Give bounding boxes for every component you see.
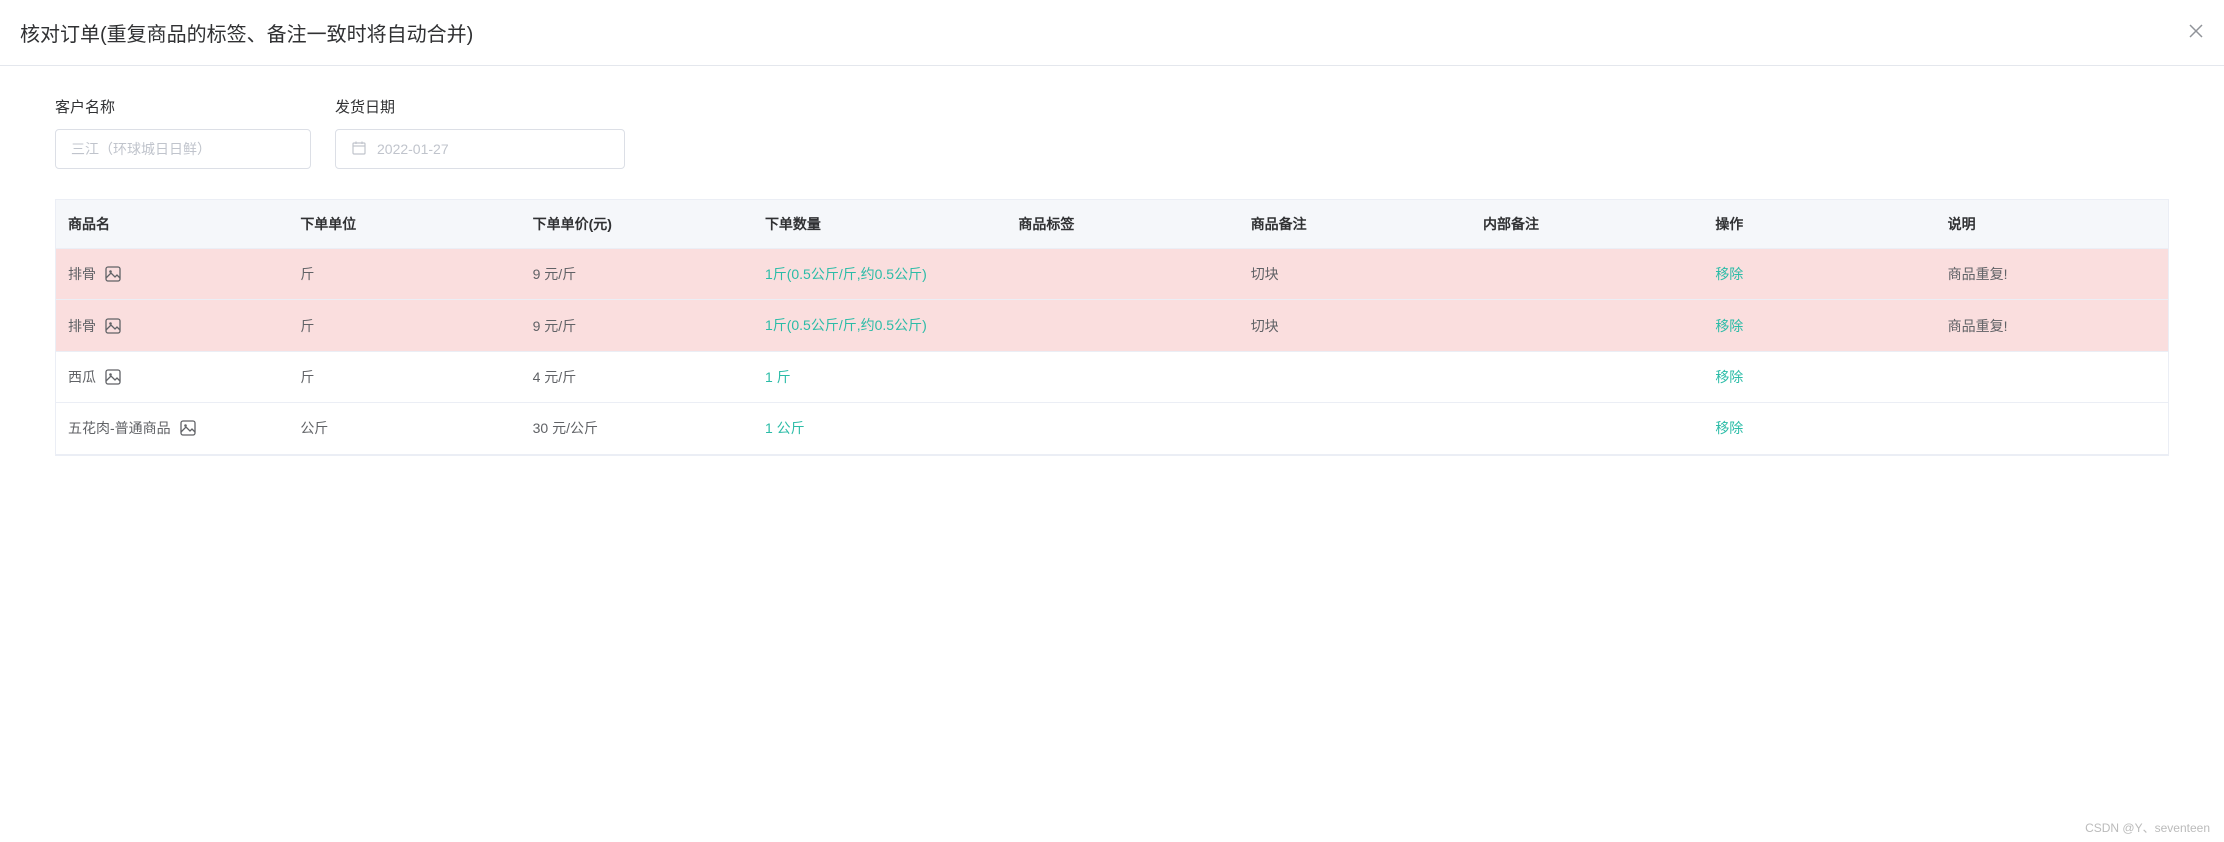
cell-internal (1471, 351, 1703, 402)
col-header-price: 下单单价(元) (521, 200, 753, 249)
cell-tag (1006, 249, 1238, 300)
product-name-text: 排骨 (68, 264, 96, 284)
table-row: 西瓜 斤4 元/斤 1 斤 移除 (56, 351, 2168, 402)
cell-price: 4 元/斤 (521, 351, 753, 402)
cell-name: 五花肉-普通商品 (56, 403, 288, 454)
col-header-remark: 商品备注 (1239, 200, 1471, 249)
product-name-text: 五花肉-普通商品 (68, 418, 171, 438)
cell-remark: 切块 (1239, 300, 1471, 351)
cell-remark (1239, 351, 1471, 402)
cell-tag (1006, 300, 1238, 351)
cell-unit: 公斤 (288, 403, 520, 454)
calendar-icon (351, 140, 367, 159)
cell-price: 9 元/斤 (521, 300, 753, 351)
cell-remark: 切块 (1239, 249, 1471, 300)
cell-name: 排骨 (56, 249, 288, 300)
cell-name: 排骨 (56, 300, 288, 351)
cell-desc: 商品重复! (1936, 300, 2168, 351)
cell-price: 9 元/斤 (521, 249, 753, 300)
cell-unit: 斤 (288, 300, 520, 351)
qty-link[interactable]: 1 公斤 (765, 420, 805, 436)
cell-action: 移除 (1703, 351, 1935, 402)
modal-header: 核对订单(重复商品的标签、备注一致时将自动合并) (0, 0, 2224, 66)
customer-form-item: 客户名称 三江（环球城日日鲜） (55, 96, 311, 169)
image-icon[interactable] (104, 265, 122, 283)
cell-action: 移除 (1703, 403, 1935, 454)
order-table: 商品名 下单单位 下单单价(元) 下单数量 商品标签 商品备注 内部备注 操作 … (56, 200, 2168, 455)
cell-internal (1471, 403, 1703, 454)
remove-button[interactable]: 移除 (1715, 420, 1743, 436)
cell-internal (1471, 249, 1703, 300)
cell-name: 西瓜 (56, 351, 288, 402)
cell-internal (1471, 300, 1703, 351)
order-table-container: 商品名 下单单位 下单单价(元) 下单数量 商品标签 商品备注 内部备注 操作 … (55, 199, 2169, 456)
date-input[interactable]: 2022-01-27 (335, 129, 625, 169)
form-row: 客户名称 三江（环球城日日鲜） 发货日期 2022-01-27 (55, 96, 2169, 169)
product-name-text: 西瓜 (68, 367, 96, 387)
image-icon[interactable] (104, 368, 122, 386)
product-name-text: 排骨 (68, 316, 96, 336)
qty-link[interactable]: 1斤(0.5公斤/斤,约0.5公斤) (765, 317, 927, 333)
cell-action: 移除 (1703, 300, 1935, 351)
cell-price: 30 元/公斤 (521, 403, 753, 454)
col-header-tag: 商品标签 (1006, 200, 1238, 249)
remove-button[interactable]: 移除 (1715, 318, 1743, 334)
table-row: 五花肉-普通商品 公斤30 元/公斤 1 公斤 移除 (56, 403, 2168, 454)
table-row: 排骨 斤9 元/斤 1斤(0.5公斤/斤,约0.5公斤) 切块 移除 商品重复! (56, 249, 2168, 300)
cell-unit: 斤 (288, 351, 520, 402)
cell-qty: 1 公斤 (753, 403, 1006, 454)
cell-remark (1239, 403, 1471, 454)
col-header-name: 商品名 (56, 200, 288, 249)
cell-qty: 1 斤 (753, 351, 1006, 402)
col-header-unit: 下单单位 (288, 200, 520, 249)
table-row: 排骨 斤9 元/斤 1斤(0.5公斤/斤,约0.5公斤) 切块 移除 商品重复! (56, 300, 2168, 351)
remove-button[interactable]: 移除 (1715, 266, 1743, 282)
cell-qty: 1斤(0.5公斤/斤,约0.5公斤) (753, 249, 1006, 300)
close-icon[interactable] (2188, 23, 2204, 43)
date-value: 2022-01-27 (377, 141, 449, 157)
customer-input[interactable]: 三江（环球城日日鲜） (55, 129, 311, 169)
cell-desc (1936, 351, 2168, 402)
cell-tag (1006, 403, 1238, 454)
qty-link[interactable]: 1斤(0.5公斤/斤,约0.5公斤) (765, 266, 927, 282)
cell-action: 移除 (1703, 249, 1935, 300)
remove-button[interactable]: 移除 (1715, 369, 1743, 385)
cell-desc (1936, 403, 2168, 454)
modal-title: 核对订单(重复商品的标签、备注一致时将自动合并) (20, 18, 473, 47)
modal-body: 客户名称 三江（环球城日日鲜） 发货日期 2022-01-27 (0, 66, 2224, 486)
col-header-qty: 下单数量 (753, 200, 1006, 249)
col-header-internal: 内部备注 (1471, 200, 1703, 249)
col-header-desc: 说明 (1936, 200, 2168, 249)
col-header-action: 操作 (1703, 200, 1935, 249)
cell-tag (1006, 351, 1238, 402)
customer-value: 三江（环球城日日鲜） (71, 139, 211, 159)
image-icon[interactable] (104, 317, 122, 335)
cell-qty: 1斤(0.5公斤/斤,约0.5公斤) (753, 300, 1006, 351)
qty-link[interactable]: 1 斤 (765, 369, 791, 385)
date-form-item: 发货日期 2022-01-27 (335, 96, 625, 169)
cell-unit: 斤 (288, 249, 520, 300)
table-header-row: 商品名 下单单位 下单单价(元) 下单数量 商品标签 商品备注 内部备注 操作 … (56, 200, 2168, 249)
customer-label: 客户名称 (55, 96, 311, 117)
watermark: CSDN @Y、seventeen (2085, 819, 2210, 836)
image-icon[interactable] (179, 419, 197, 437)
date-label: 发货日期 (335, 96, 625, 117)
cell-desc: 商品重复! (1936, 249, 2168, 300)
